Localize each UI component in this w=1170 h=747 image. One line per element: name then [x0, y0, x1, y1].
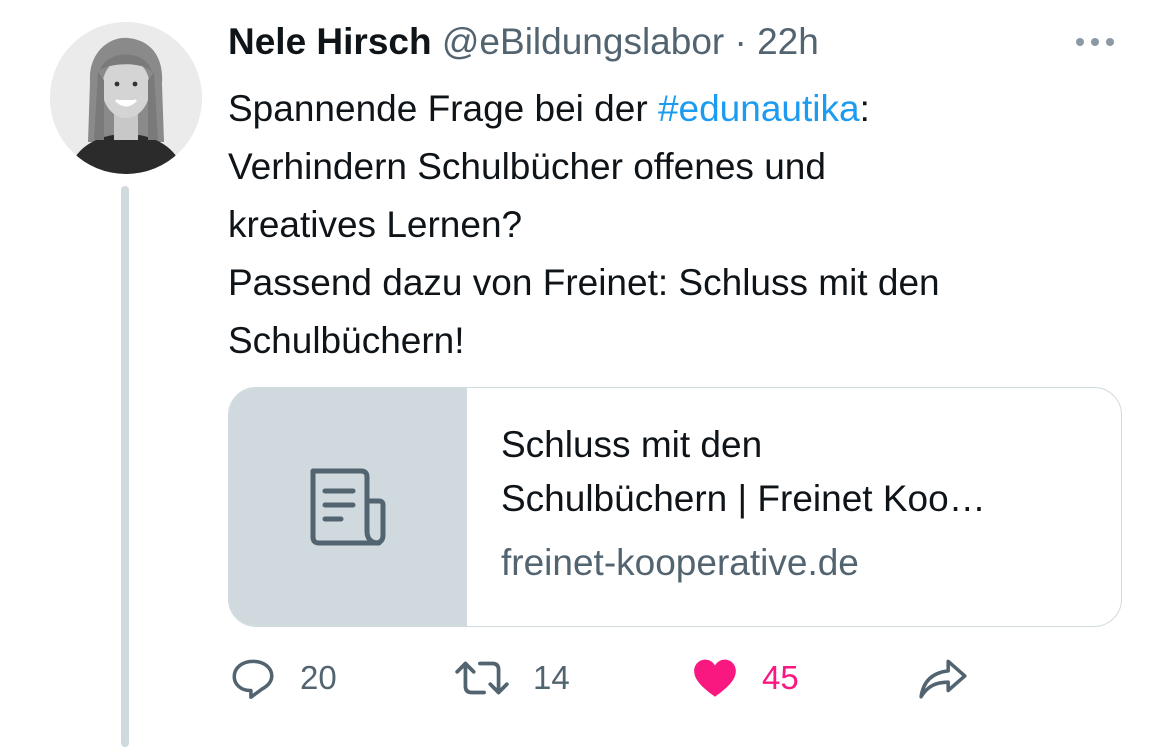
card-title-line-1: Schluss mit den — [501, 424, 763, 465]
card-text: Schluss mit den Schulbüchern | Freinet K… — [467, 388, 986, 626]
author-handle[interactable]: @eBildungslabor — [442, 21, 724, 62]
tweet-line-4: Passend dazu von Freinet: Schluss mit de… — [228, 262, 940, 303]
separator-dot: · — [734, 21, 747, 62]
heart-icon — [694, 659, 736, 697]
more-icon[interactable] — [1076, 28, 1114, 56]
document-icon — [310, 468, 386, 546]
like-count: 45 — [762, 659, 799, 696]
share-button[interactable] — [916, 648, 972, 708]
tweet-text-colon: : — [859, 88, 870, 129]
retweet-button[interactable]: 14 — [453, 648, 570, 708]
link-card[interactable]: Schluss mit den Schulbüchern | Freinet K… — [228, 387, 1122, 627]
card-thumbnail — [229, 388, 467, 626]
hashtag-link[interactable]: #edunautika — [658, 88, 860, 129]
tweet-line-5: Schulbüchern! — [228, 320, 465, 361]
retweet-count: 14 — [533, 659, 570, 696]
author-name[interactable]: Nele Hirsch — [228, 21, 432, 62]
tweet-text-pre: Spannende Frage bei der — [228, 88, 658, 129]
reply-icon — [232, 659, 274, 699]
card-title-line-2: Schulbüchern | Freinet Koo… — [501, 478, 986, 519]
reply-button[interactable]: 20 — [228, 648, 337, 708]
share-icon — [919, 659, 967, 699]
avatar[interactable] — [50, 22, 202, 174]
avatar-photo — [50, 22, 202, 174]
tweet-text: Spannende Frage bei der #edunautika: Ver… — [228, 80, 1128, 370]
tweet-line-2: Verhindern Schulbücher offenes und — [228, 146, 826, 187]
reply-count: 20 — [300, 659, 337, 696]
card-domain: freinet-kooperative.de — [501, 542, 859, 583]
tweet-time[interactable]: 22h — [757, 21, 819, 62]
tweet-line-1: Spannende Frage bei der #edunautika: — [228, 80, 1128, 138]
action-bar: 20 14 45 — [228, 648, 988, 708]
thread-line — [121, 186, 129, 747]
tweet-header: Nele Hirsch @eBildungslabor · 22h — [228, 18, 819, 66]
like-button[interactable]: 45 — [690, 648, 799, 708]
retweet-icon — [455, 661, 509, 695]
tweet-line-3: kreatives Lernen? — [228, 204, 523, 245]
